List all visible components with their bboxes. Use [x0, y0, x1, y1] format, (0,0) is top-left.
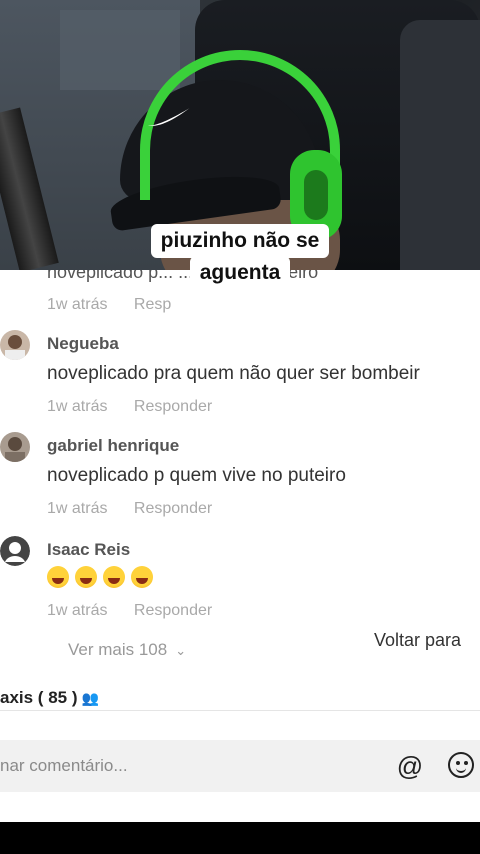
comment-input-bar[interactable]: nar comentário... @ [0, 740, 480, 792]
bottom-bar [0, 822, 480, 854]
view-more-button[interactable]: Ver mais 108 ⌄ [68, 640, 186, 660]
partial-comment-meta: 1w atrás Resp [47, 296, 193, 314]
comment-text: noveplicado pra quem não quer ser bombei… [47, 363, 420, 384]
rofl-emoji [103, 566, 125, 588]
comment-time: 1w atrás [47, 296, 108, 313]
comment-emojis [47, 566, 159, 594]
chevron-down-icon: ⌄ [175, 643, 187, 658]
comment-text: noveplicado p quem vive no puteiro [47, 465, 346, 486]
rofl-emoji [131, 566, 153, 588]
avatar[interactable] [0, 536, 30, 566]
comment-input[interactable]: nar comentário... [0, 756, 128, 776]
view-more-label: Ver mais 108 [68, 640, 168, 659]
comment-time: 1w atrás [47, 500, 108, 517]
rofl-emoji [75, 566, 97, 588]
comment-meta: 1w atrás Responder [47, 602, 234, 620]
people-icon: 👥 [81, 690, 99, 706]
avatar[interactable] [0, 330, 30, 360]
reply-button[interactable]: Resp [134, 296, 171, 313]
comment-username[interactable]: gabriel henrique [47, 436, 179, 456]
viewers-bar: axis ( 85 ) 👥 [0, 688, 99, 708]
emoji-icon[interactable] [448, 752, 474, 778]
comment-time: 1w atrás [47, 602, 108, 619]
avatar[interactable] [0, 432, 30, 462]
headphone-cup-inner [304, 170, 328, 220]
mention-icon[interactable]: @ [396, 752, 424, 780]
comment-meta: 1w atrás Responder [47, 500, 234, 518]
comments-panel[interactable]: noveplicado p... ...aino de porteiro 1w … [0, 270, 480, 710]
divider [0, 710, 480, 711]
rofl-emoji [47, 566, 69, 588]
video-caption: piuzinho não se aguenta [0, 224, 480, 290]
comment-username[interactable]: Negueba [47, 334, 119, 354]
viewers-label: axis ( 85 ) [0, 688, 78, 707]
comment-time: 1w atrás [47, 398, 108, 415]
reply-button[interactable]: Responder [134, 500, 212, 517]
caption-line-1: piuzinho não se [150, 224, 330, 258]
caption-line-2: aguenta [189, 256, 291, 290]
reply-button[interactable]: Responder [134, 602, 212, 619]
reply-button[interactable]: Responder [134, 398, 212, 415]
back-button[interactable]: Voltar para [374, 630, 461, 651]
comment-username[interactable]: Isaac Reis [47, 540, 130, 560]
comment-meta: 1w atrás Responder [47, 398, 234, 416]
